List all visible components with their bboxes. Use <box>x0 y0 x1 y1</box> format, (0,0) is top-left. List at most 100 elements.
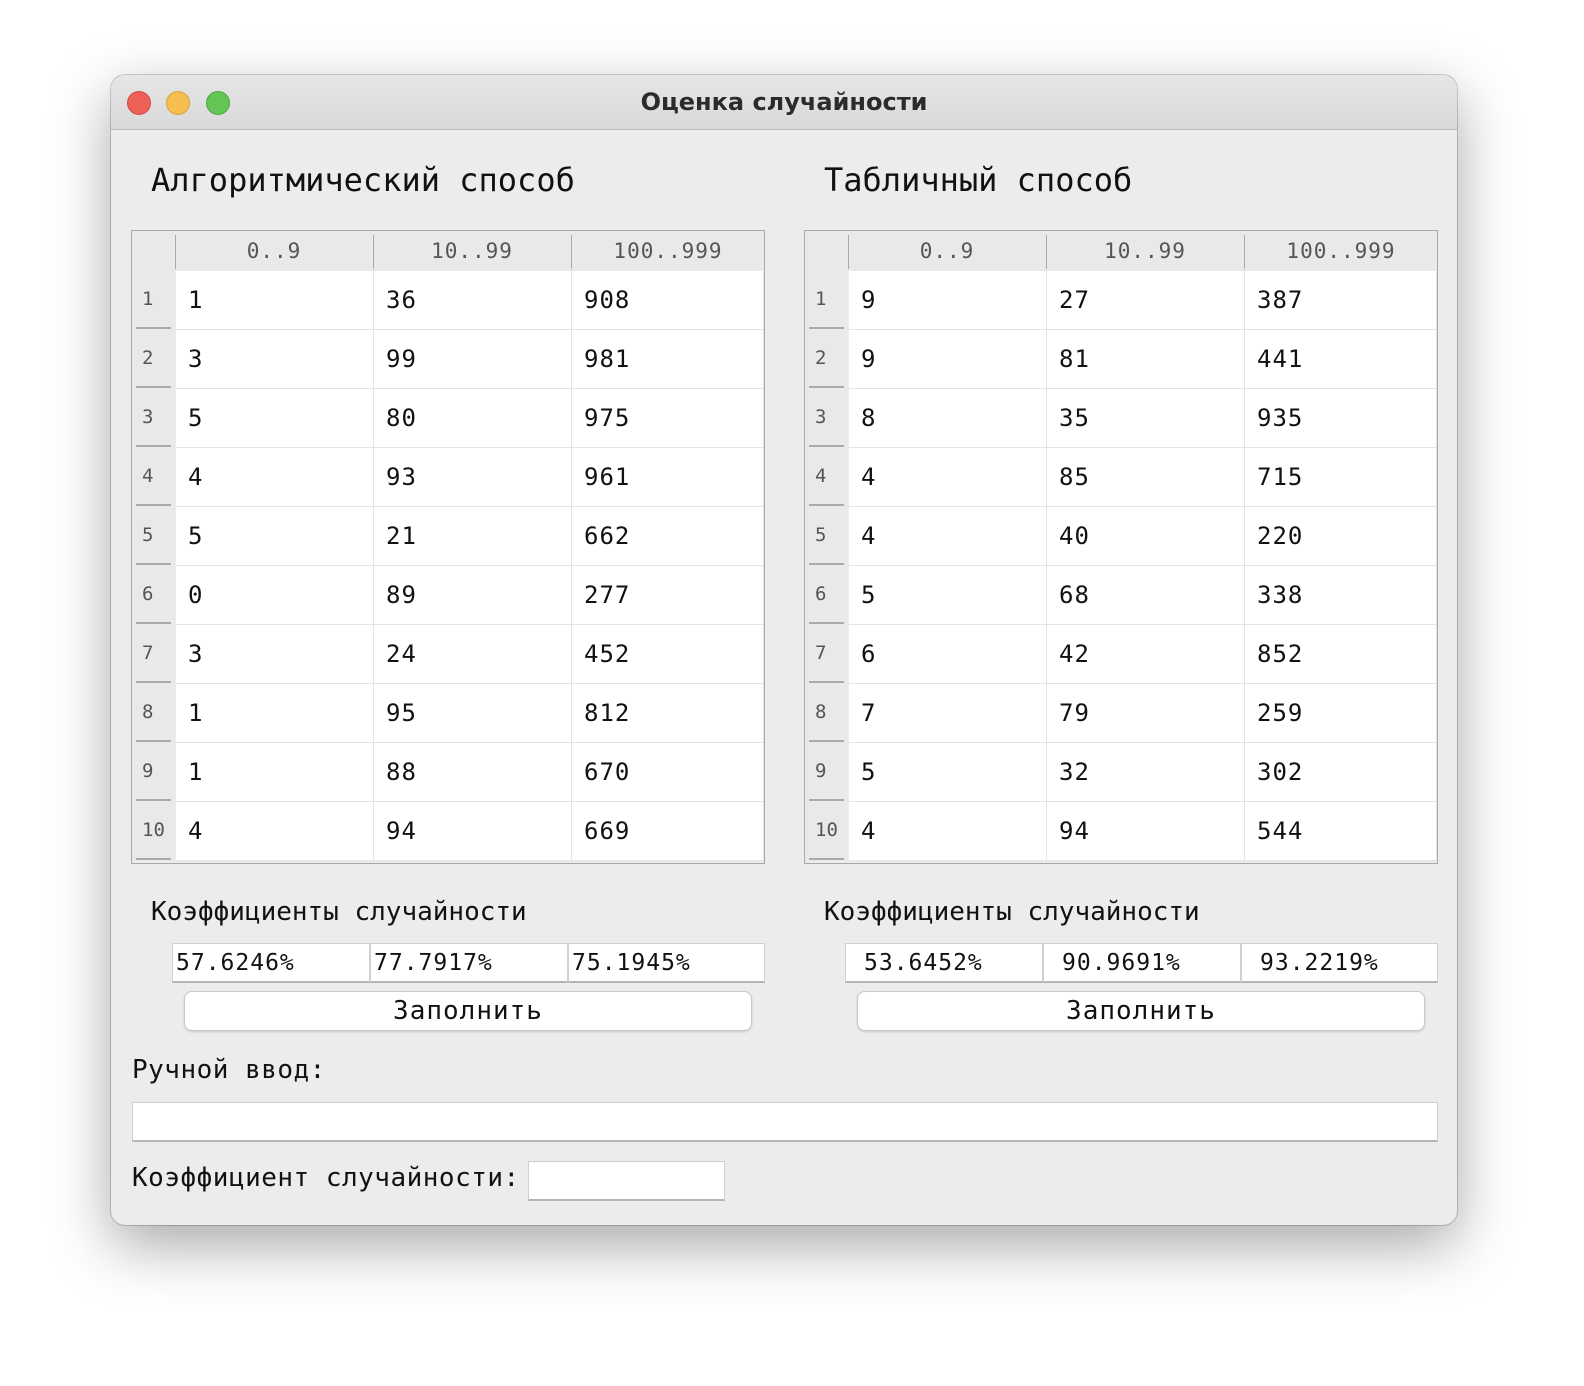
table-row[interactable]: 3 8 35 935 <box>805 389 1437 448</box>
column-header[interactable]: 10..99 <box>1047 231 1243 271</box>
table-cell[interactable]: 452 <box>572 625 764 684</box>
table-cell[interactable]: 9 <box>849 330 1047 389</box>
algorithmic-table[interactable]: 0..9 10..99 100..999 1 1 36 908 2 3 99 981 3 5 80 9… <box>131 230 765 864</box>
table-cell[interactable]: 0 <box>176 566 374 625</box>
table-cell[interactable]: 5 <box>176 389 374 448</box>
table-cell[interactable]: 42 <box>1047 625 1245 684</box>
table-cell[interactable]: 94 <box>374 802 572 861</box>
table-cell[interactable]: 277 <box>572 566 764 625</box>
table-cell[interactable]: 81 <box>1047 330 1245 389</box>
table-cell[interactable]: 4 <box>849 448 1047 507</box>
table-cell[interactable]: 662 <box>572 507 764 566</box>
table-cell[interactable]: 961 <box>572 448 764 507</box>
table-cell[interactable]: 6 <box>849 625 1047 684</box>
tabular-fill-button[interactable]: Заполнить <box>857 991 1425 1031</box>
table-cell[interactable]: 669 <box>572 802 764 861</box>
table-cell[interactable]: 94 <box>1047 802 1245 861</box>
manual-input-field[interactable] <box>132 1102 1438 1142</box>
table-cell[interactable]: 68 <box>1047 566 1245 625</box>
table-row[interactable]: 10 4 94 544 <box>805 802 1437 861</box>
table-row[interactable]: 4 4 93 961 <box>132 448 764 507</box>
table-cell[interactable]: 4 <box>849 802 1047 861</box>
table-row[interactable]: 5 4 40 220 <box>805 507 1437 566</box>
table-row[interactable]: 1 9 27 387 <box>805 271 1437 330</box>
table-cell[interactable]: 8 <box>849 389 1047 448</box>
table-row[interactable]: 8 1 95 812 <box>132 684 764 743</box>
row-number: 1 <box>805 271 848 330</box>
table-cell[interactable]: 24 <box>374 625 572 684</box>
table-cell[interactable]: 93 <box>374 448 572 507</box>
table-row[interactable]: 4 4 85 715 <box>805 448 1437 507</box>
table-row[interactable]: 1 1 36 908 <box>132 271 764 330</box>
table-cell[interactable]: 21 <box>374 507 572 566</box>
tabular-coef-field[interactable] <box>1043 943 1241 983</box>
tabular-coef-field[interactable] <box>1241 943 1438 983</box>
table-cell[interactable]: 975 <box>572 389 764 448</box>
table-cell[interactable]: 9 <box>849 271 1047 330</box>
row-number-separator <box>136 858 171 860</box>
tabular-table[interactable]: 0..9 10..99 100..999 1 9 27 387 2 9 81 441 3 8 35 9… <box>804 230 1438 864</box>
algorithmic-coef-field[interactable] <box>172 943 370 983</box>
table-cell[interactable]: 80 <box>374 389 572 448</box>
table-cell[interactable]: 36 <box>374 271 572 330</box>
table-row[interactable]: 7 6 42 852 <box>805 625 1437 684</box>
table-cell[interactable]: 387 <box>1245 271 1437 330</box>
manual-coef-field[interactable] <box>528 1161 725 1201</box>
table-cell[interactable]: 5 <box>849 743 1047 802</box>
column-header[interactable]: 0..9 <box>849 231 1045 271</box>
algorithmic-coef-field[interactable] <box>568 943 765 983</box>
table-row[interactable]: 9 5 32 302 <box>805 743 1437 802</box>
column-header[interactable]: 100..999 <box>1245 231 1437 271</box>
table-cell[interactable]: 544 <box>1245 802 1437 861</box>
table-cell[interactable]: 1 <box>176 684 374 743</box>
table-cell[interactable]: 5 <box>176 507 374 566</box>
table-cell[interactable]: 812 <box>572 684 764 743</box>
table-row[interactable]: 9 1 88 670 <box>132 743 764 802</box>
table-cell[interactable]: 79 <box>1047 684 1245 743</box>
table-row[interactable]: 8 7 79 259 <box>805 684 1437 743</box>
tabular-coef-field[interactable] <box>845 943 1043 983</box>
table-cell[interactable]: 1 <box>176 271 374 330</box>
table-cell[interactable]: 4 <box>176 802 374 861</box>
table-cell[interactable]: 89 <box>374 566 572 625</box>
table-cell[interactable]: 981 <box>572 330 764 389</box>
table-row[interactable]: 2 9 81 441 <box>805 330 1437 389</box>
table-row[interactable]: 6 5 68 338 <box>805 566 1437 625</box>
table-cell[interactable]: 5 <box>849 566 1047 625</box>
column-header[interactable]: 10..99 <box>374 231 570 271</box>
table-row[interactable]: 5 5 21 662 <box>132 507 764 566</box>
table-cell[interactable]: 338 <box>1245 566 1437 625</box>
column-header[interactable]: 100..999 <box>572 231 764 271</box>
table-cell[interactable]: 7 <box>849 684 1047 743</box>
table-row[interactable]: 3 5 80 975 <box>132 389 764 448</box>
table-cell[interactable]: 302 <box>1245 743 1437 802</box>
table-cell[interactable]: 3 <box>176 330 374 389</box>
table-cell[interactable]: 85 <box>1047 448 1245 507</box>
table-cell[interactable]: 670 <box>572 743 764 802</box>
table-cell[interactable]: 40 <box>1047 507 1245 566</box>
table-row[interactable]: 10 4 94 669 <box>132 802 764 861</box>
algorithmic-fill-button[interactable]: Заполнить <box>184 991 752 1031</box>
table-cell[interactable]: 99 <box>374 330 572 389</box>
table-cell[interactable]: 4 <box>849 507 1047 566</box>
table-cell[interactable]: 88 <box>374 743 572 802</box>
table-cell[interactable]: 35 <box>1047 389 1245 448</box>
table-cell[interactable]: 852 <box>1245 625 1437 684</box>
table-row[interactable]: 6 0 89 277 <box>132 566 764 625</box>
algorithmic-coef-field[interactable] <box>370 943 568 983</box>
table-cell[interactable]: 32 <box>1047 743 1245 802</box>
table-cell[interactable]: 908 <box>572 271 764 330</box>
table-cell[interactable]: 95 <box>374 684 572 743</box>
table-row[interactable]: 7 3 24 452 <box>132 625 764 684</box>
table-cell[interactable]: 441 <box>1245 330 1437 389</box>
table-cell[interactable]: 1 <box>176 743 374 802</box>
table-cell[interactable]: 715 <box>1245 448 1437 507</box>
table-cell[interactable]: 3 <box>176 625 374 684</box>
table-cell[interactable]: 259 <box>1245 684 1437 743</box>
column-header[interactable]: 0..9 <box>176 231 372 271</box>
table-cell[interactable]: 220 <box>1245 507 1437 566</box>
table-row[interactable]: 2 3 99 981 <box>132 330 764 389</box>
table-cell[interactable]: 935 <box>1245 389 1437 448</box>
table-cell[interactable]: 27 <box>1047 271 1245 330</box>
table-cell[interactable]: 4 <box>176 448 374 507</box>
